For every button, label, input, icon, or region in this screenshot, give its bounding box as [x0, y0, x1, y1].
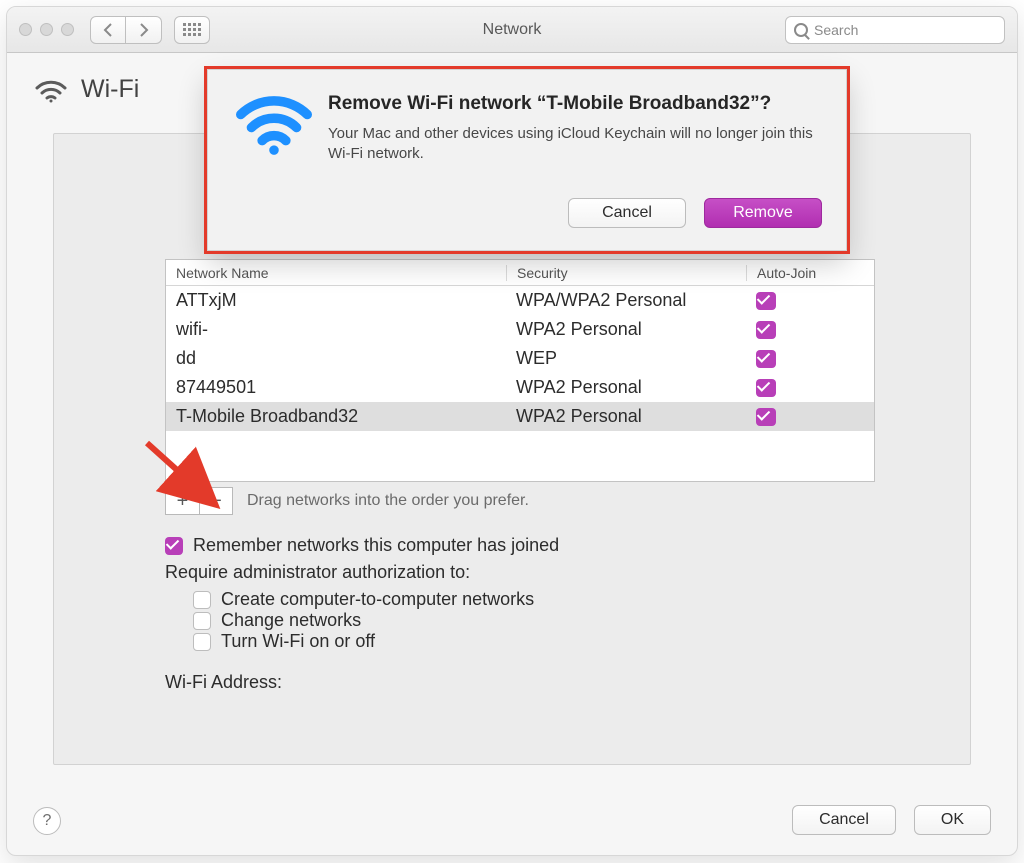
chevron-left-icon: [102, 23, 114, 37]
network-security-cell: WPA/WPA2 Personal: [506, 290, 746, 311]
panel-ok-button[interactable]: OK: [914, 805, 991, 835]
alert-remove-button[interactable]: Remove: [704, 198, 822, 228]
show-all-button[interactable]: [174, 16, 210, 44]
table-empty-space: [166, 431, 874, 481]
remember-networks-row: Remember networks this computer has join…: [165, 535, 957, 556]
autojoin-checkbox[interactable]: [756, 408, 776, 426]
preferred-networks-table: Network Name Security Auto-Join ATTxjMWP…: [165, 259, 875, 482]
table-row[interactable]: T-Mobile Broadband32WPA2 Personal: [166, 402, 874, 431]
alert-body: Remove Wi-Fi network “T-Mobile Broadband…: [316, 92, 822, 228]
alert-wifi-icon: [232, 92, 316, 228]
dialog-footer: Cancel OK: [7, 785, 1017, 855]
drag-hint-label: Drag networks into the order you prefer.: [247, 492, 529, 510]
require-auth-checkbox[interactable]: [193, 612, 211, 630]
column-security[interactable]: Security: [506, 265, 746, 281]
require-auth-label: Require administrator authorization to:: [165, 562, 470, 583]
alert-text: Your Mac and other devices using iCloud …: [328, 124, 822, 165]
remember-networks-checkbox[interactable]: [165, 537, 183, 555]
network-name-cell: ATTxjM: [166, 290, 506, 311]
table-row[interactable]: 87449501WPA2 Personal: [166, 373, 874, 402]
network-security-cell: WEP: [506, 348, 746, 369]
wifi-icon: [35, 76, 67, 104]
require-auth-option-label: Change networks: [221, 610, 361, 631]
remove-network-alert: Remove Wi-Fi network “T-Mobile Broadband…: [207, 69, 847, 251]
require-auth-option: Change networks: [165, 610, 957, 631]
back-button[interactable]: [90, 16, 126, 44]
network-security-cell: WPA2 Personal: [506, 406, 746, 427]
require-auth-option-label: Turn Wi-Fi on or off: [221, 631, 375, 652]
network-autojoin-cell: [746, 321, 874, 339]
search-input[interactable]: Search: [785, 16, 1005, 44]
require-auth-option-label: Create computer-to-computer networks: [221, 589, 534, 610]
autojoin-checkbox[interactable]: [756, 321, 776, 339]
require-auth-checkbox[interactable]: [193, 633, 211, 651]
require-auth-option: Turn Wi-Fi on or off: [165, 631, 957, 652]
table-row[interactable]: ddWEP: [166, 344, 874, 373]
table-header: Network Name Security Auto-Join: [166, 260, 874, 286]
chevron-right-icon: [138, 23, 150, 37]
network-name-cell: dd: [166, 348, 506, 369]
search-placeholder: Search: [814, 22, 858, 38]
autojoin-checkbox[interactable]: [756, 292, 776, 310]
titlebar: Network Search: [7, 7, 1017, 53]
table-row[interactable]: ATTxjMWPA/WPA2 Personal: [166, 286, 874, 315]
alert-cancel-button[interactable]: Cancel: [568, 198, 686, 228]
forward-button[interactable]: [126, 16, 162, 44]
column-autojoin[interactable]: Auto-Join: [746, 265, 874, 281]
wifi-address-row: Wi-Fi Address:: [165, 672, 957, 693]
panel-cancel-button[interactable]: Cancel: [792, 805, 896, 835]
network-name-cell: 87449501: [166, 377, 506, 398]
column-network-name[interactable]: Network Name: [166, 265, 506, 281]
add-network-button[interactable]: +: [165, 487, 199, 515]
autojoin-checkbox[interactable]: [756, 379, 776, 397]
remember-networks-label: Remember networks this computer has join…: [193, 535, 559, 556]
network-autojoin-cell: [746, 408, 874, 426]
window-title: Network: [483, 21, 542, 39]
window-controls: [19, 23, 74, 36]
add-remove-toolbar: + − Drag networks into the order you pre…: [165, 487, 529, 515]
network-security-cell: WPA2 Personal: [506, 319, 746, 340]
search-icon: [794, 23, 808, 37]
add-remove-buttons: + −: [165, 487, 233, 515]
network-name-cell: wifi-: [166, 319, 506, 340]
table-row[interactable]: wifi-WPA2 Personal: [166, 315, 874, 344]
network-security-cell: WPA2 Personal: [506, 377, 746, 398]
require-auth-option: Create computer-to-computer networks: [165, 589, 957, 610]
window-close-button[interactable]: [19, 23, 32, 36]
network-autojoin-cell: [746, 350, 874, 368]
nav-back-forward: [90, 16, 162, 44]
options-group: Remember networks this computer has join…: [165, 535, 957, 693]
network-autojoin-cell: [746, 292, 874, 310]
network-preferences-window: Network Search Wi-Fi Prefe Network Name …: [6, 6, 1018, 856]
require-auth-checkbox[interactable]: [193, 591, 211, 609]
network-autojoin-cell: [746, 379, 874, 397]
window-zoom-button[interactable]: [61, 23, 74, 36]
network-name-cell: T-Mobile Broadband32: [166, 406, 506, 427]
window-minimize-button[interactable]: [40, 23, 53, 36]
wifi-icon: [236, 92, 312, 156]
require-auth-label-row: Require administrator authorization to:: [165, 562, 957, 583]
page-title: Wi-Fi: [81, 75, 139, 104]
autojoin-checkbox[interactable]: [756, 350, 776, 368]
alert-actions: Cancel Remove: [328, 198, 822, 228]
wifi-address-label: Wi-Fi Address:: [165, 672, 282, 693]
alert-title: Remove Wi-Fi network “T-Mobile Broadband…: [328, 92, 822, 116]
remove-network-button[interactable]: −: [199, 487, 233, 515]
